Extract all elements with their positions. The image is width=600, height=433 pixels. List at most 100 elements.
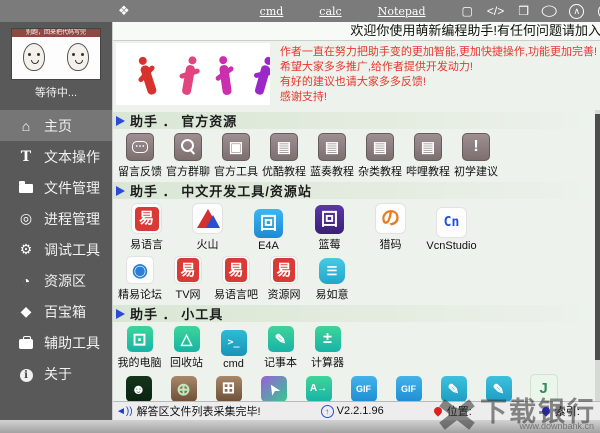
tool-yiruyi[interactable]: ☰ 易如意: [308, 258, 356, 302]
tool-misc-tutorial[interactable]: 杂类教程: [356, 133, 404, 179]
face-left: [23, 43, 45, 71]
tool-beginner-advice[interactable]: 初学建议: [452, 133, 500, 179]
banner-image: [116, 43, 270, 105]
tool-yiyuyan[interactable]: 易 易语言: [116, 203, 177, 252]
pencil-icon: [267, 326, 294, 352]
tool-bilibili-tutorial[interactable]: 哔哩教程: [404, 133, 452, 179]
sidebar-item-label: 文件管理: [44, 179, 100, 196]
book-icon: [414, 133, 442, 161]
sidebar-item-text-ops[interactable]: T 文本操作: [0, 141, 112, 172]
titlebar-link-notepad[interactable]: Notepad: [378, 5, 426, 18]
terminal-icon: [220, 330, 247, 356]
pen-icon: [440, 376, 467, 402]
book-icon: [366, 133, 394, 161]
titlebar-link-calc[interactable]: calc: [319, 5, 341, 18]
tool-tv-site[interactable]: 易 TV网: [164, 256, 212, 302]
tool-liema[interactable]: の 猎码: [360, 203, 421, 252]
tool-huoshan[interactable]: 火山: [177, 203, 238, 252]
notice-line: 作者一直在努力把助手变的更加智能,更加快捷操作,功能更加完善!: [279, 46, 597, 58]
status-bar: ◄)) 解答区文件列表采集完毕! ↑ V2.2.1.96 位置: 索引:: [113, 401, 600, 420]
tool-label: 杂类教程: [358, 166, 402, 178]
tool-label: E4A: [258, 240, 279, 252]
sidebar-item-home[interactable]: ⌂ 主页: [0, 110, 112, 141]
tool-official-chat[interactable]: 官方群聊: [164, 133, 212, 179]
code-icon[interactable]: </>: [487, 5, 504, 17]
screenshot-icon[interactable]: ▢: [462, 5, 473, 17]
tool-my-computer[interactable]: 我的电脑: [116, 326, 163, 370]
waiting-status: 等待中...: [34, 87, 78, 99]
main-panel: 欢迎你使用萌新编程助手!有任何问题请加入 作者一直在努力把助手变的更加智能,更加…: [112, 22, 600, 420]
tool-vcnstudio[interactable]: Cn VcnStudio: [421, 207, 482, 252]
app-logo-icon: ❖: [118, 3, 130, 18]
scrollbar-thumb[interactable]: [595, 114, 600, 360]
scrollbar[interactable]: [595, 110, 600, 402]
tool-label: 官方工具: [214, 166, 258, 178]
jingyi-icon: ◉: [126, 256, 154, 284]
sidebar-item-aux-tools[interactable]: 辅助工具: [0, 327, 112, 358]
devtools-row-2: ◉ 精易论坛 易 TV网 易 易语言吧 易 资源网 ☰ 易如意: [113, 256, 600, 302]
tool-cmd[interactable]: cmd: [210, 330, 257, 370]
title-bar: ❖ cmd calc Notepad ▢ </> ❒ ◯ ∧ − ×: [0, 0, 600, 22]
sidebar-item-resource-area[interactable]: ◔ 资源区: [0, 265, 112, 296]
flag-icon: [116, 185, 125, 196]
liema-icon: の: [375, 203, 406, 234]
sidebar-item-treasure-box[interactable]: ◆ 百宝箱: [0, 296, 112, 327]
tool-yuyan-bar[interactable]: 易 易语言吧: [212, 256, 260, 302]
tool-label: 猎码: [379, 239, 402, 251]
sidebar-item-label: 调试工具: [44, 241, 100, 258]
update-icon[interactable]: ↑: [320, 404, 334, 418]
sidebar-item-debug-tools[interactable]: ⚙ 调试工具: [0, 234, 112, 265]
author-notice: 作者一直在努力把助手变的更加智能,更加快捷操作,功能更加完善! 希望大家多多推广…: [270, 43, 600, 109]
location-pin-icon: [432, 405, 444, 417]
sidebar-menu: ⌂ 主页 T 文本操作 文件管理 ◎ 进程管理 ⚙ 调试工具 ◔ 资源区 ◆ 百…: [0, 110, 112, 389]
sidebar-item-file-manage[interactable]: 文件管理: [0, 172, 112, 203]
cube-icon: [222, 133, 250, 161]
yi-red-icon: 易: [270, 256, 298, 284]
notice-line: 感谢支持!: [279, 91, 327, 103]
tool-lanzou-tutorial[interactable]: 蓝奏教程: [308, 133, 356, 179]
exclamation-icon: [462, 133, 490, 161]
tool-jingyi-forum[interactable]: ◉ 精易论坛: [116, 256, 164, 302]
tool-calculator[interactable]: 计算器: [304, 326, 351, 370]
avatar: 别跑，回来把代码写完: [11, 28, 101, 80]
briefcase-icon: [16, 335, 36, 351]
tool-label: 哔哩教程: [406, 166, 450, 178]
pen-icon: [485, 376, 512, 402]
new-document-icon[interactable]: ❒: [518, 5, 529, 17]
message-icon[interactable]: ◯: [541, 5, 558, 17]
notice-line: 有好的建议也请大家多多反馈!: [279, 76, 426, 88]
tool-official-tools[interactable]: 官方工具: [212, 133, 260, 179]
section-header-official: 助手 ． 官方资源: [113, 112, 600, 129]
globe-icon: [170, 376, 197, 402]
tool-resource-site[interactable]: 易 资源网: [260, 256, 308, 302]
sidebar-item-label: 进程管理: [44, 210, 100, 227]
tool-notepad[interactable]: 记事本: [257, 326, 304, 370]
sidebar-item-about[interactable]: i 关于: [0, 358, 112, 389]
tool-label: 篮莓: [318, 239, 341, 251]
sidebar-item-label: 资源区: [44, 272, 86, 289]
collapse-up-button[interactable]: ∧: [569, 3, 585, 19]
tool-lanmei[interactable]: 回 篮莓: [299, 205, 360, 252]
status-message: 解答区文件列表采集完毕!: [136, 406, 261, 418]
section-title: 助手 ． 官方资源: [130, 114, 238, 129]
tool-label: 优酷教程: [262, 166, 306, 178]
app-window: ❖ cmd calc Notepad ▢ </> ❒ ◯ ∧ − × 别跑，回来…: [0, 0, 600, 433]
monitor-icon: [126, 326, 153, 352]
flag-icon: [116, 115, 125, 126]
tool-e4a[interactable]: 回 E4A: [238, 209, 299, 252]
tool-label: 计算器: [311, 357, 344, 369]
tool-recycle-bin[interactable]: 回收站: [163, 326, 210, 370]
speaker-icon[interactable]: ◄)): [116, 406, 133, 417]
section-title: 助手 ． 中文开发工具/资源站: [130, 184, 312, 199]
sidebar-item-process-manage[interactable]: ◎ 进程管理: [0, 203, 112, 234]
titlebar-link-cmd[interactable]: cmd: [260, 5, 284, 18]
chat-dots-icon: [126, 133, 154, 161]
escape-icon: [305, 376, 332, 402]
yiyuyan-icon: 易: [131, 203, 162, 234]
tool-feedback[interactable]: 留言反馈: [116, 133, 164, 179]
keycode-icon: [125, 376, 152, 402]
tool-label: 蓝奏教程: [310, 166, 354, 178]
process-icon: ◎: [19, 210, 33, 226]
tool-label: VcnStudio: [426, 240, 477, 252]
tool-youku-tutorial[interactable]: 优酷教程: [260, 133, 308, 179]
